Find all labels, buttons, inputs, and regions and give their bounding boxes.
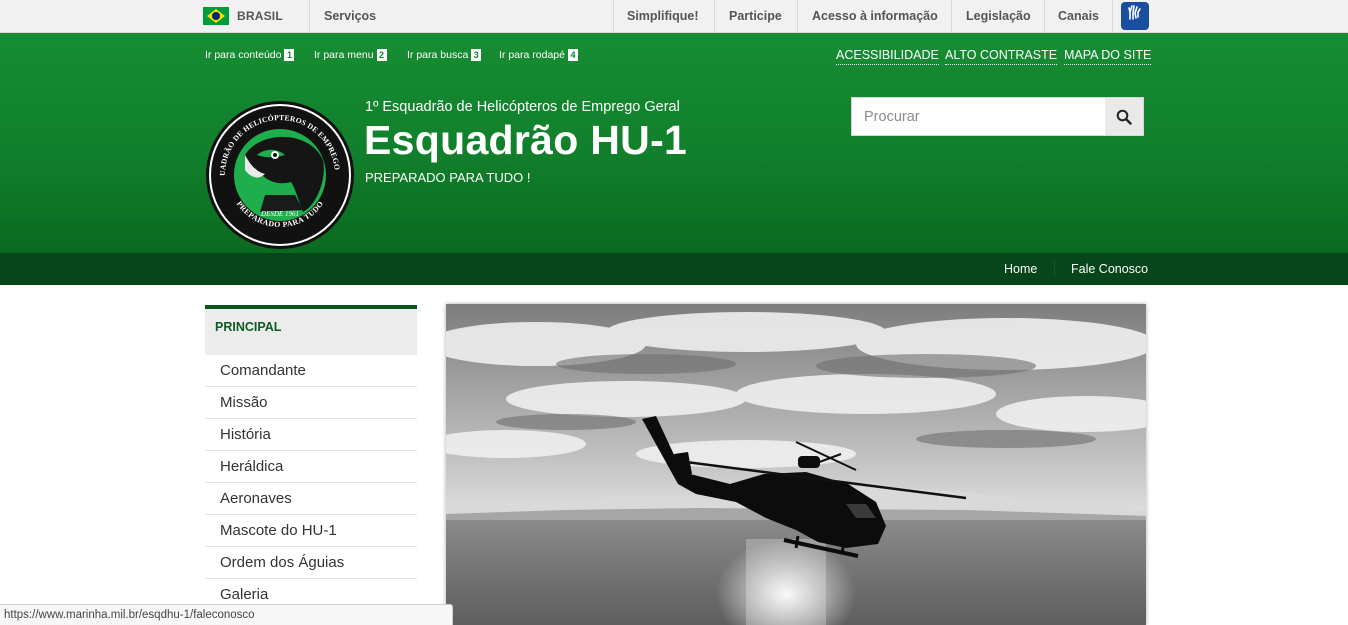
sidebar-item-mascote[interactable]: Mascote do HU-1: [205, 515, 417, 547]
high-contrast-link[interactable]: ALTO CONTRASTE: [945, 48, 1058, 65]
site-map-link[interactable]: MAPA DO SITE: [1064, 48, 1152, 65]
divider: [309, 0, 310, 33]
top-nav: Home Fale Conosco: [0, 253, 1348, 285]
divider: [1054, 261, 1055, 277]
brazil-flag-icon: [203, 7, 229, 25]
simplifique-link[interactable]: Simplifique!: [627, 0, 699, 33]
sidebar-menu: PRINCIPAL Comandante Missão História Her…: [205, 305, 417, 611]
browser-status-url: https://www.marinha.mil.br/esqdhu-1/fale…: [0, 604, 453, 625]
sidebar-item-missao[interactable]: Missão: [205, 387, 417, 419]
site-header: Ir para conteúdo 1 Ir para menu 2 Ir para …: [0, 33, 1348, 253]
logo-since-text: DESDE 1961: [260, 210, 299, 218]
sidebar-heading: PRINCIPAL: [205, 305, 417, 355]
search-icon: [1116, 109, 1132, 125]
helicopter-photo: [446, 304, 1146, 625]
search-button[interactable]: [1105, 98, 1143, 135]
divider: [951, 0, 952, 33]
site-title[interactable]: Esquadrão HU-1: [364, 117, 687, 164]
skip-to-footer-link[interactable]: Ir para rodapé 4: [499, 49, 578, 61]
brasil-label: BRASIL: [237, 9, 283, 23]
divider: [714, 0, 715, 33]
sidebar-item-comandante[interactable]: Comandante: [205, 355, 417, 387]
sidebar-item-ordem-aguias[interactable]: Ordem dos Águias: [205, 547, 417, 579]
sidebar-item-aeronaves[interactable]: Aeronaves: [205, 483, 417, 515]
accessibility-link[interactable]: ACESSIBILIDADE: [836, 48, 939, 65]
gov-bar: BRASIL Serviços Simplifique! Participe A…: [0, 0, 1348, 33]
search-input[interactable]: [852, 98, 1106, 135]
sidebar-item-heraldica[interactable]: Heráldica: [205, 451, 417, 483]
site-slogan: PREPARADO PARA TUDO !: [365, 170, 531, 185]
sidebar-item-historia[interactable]: História: [205, 419, 417, 451]
divider: [1112, 0, 1113, 33]
site-subtitle: 1º Esquadrão de Helicópteros de Emprego …: [365, 99, 680, 115]
divider: [797, 0, 798, 33]
canais-link[interactable]: Canais: [1058, 0, 1099, 33]
vlibras-hands-icon[interactable]: [1121, 2, 1149, 30]
acesso-informacao-link[interactable]: Acesso à informação: [812, 0, 938, 33]
nav-home-link[interactable]: Home: [1004, 253, 1037, 285]
participe-link[interactable]: Participe: [729, 0, 782, 33]
skip-to-content-link[interactable]: Ir para conteúdo 1: [205, 49, 295, 61]
skip-to-menu-link[interactable]: Ir para menu 2: [314, 49, 387, 61]
brasil-link[interactable]: BRASIL: [203, 7, 283, 25]
legislacao-link[interactable]: Legislação: [966, 0, 1031, 33]
search-box: [851, 97, 1144, 136]
divider: [1044, 0, 1045, 33]
nav-contact-link[interactable]: Fale Conosco: [1071, 253, 1148, 285]
hero-image[interactable]: [446, 304, 1146, 625]
skip-to-search-link[interactable]: Ir para busca 3: [407, 49, 482, 61]
services-link[interactable]: Serviços: [324, 0, 376, 33]
squadron-logo[interactable]: 1º ESQUADRÃO DE HELICÓPTEROS DE EMPREGO …: [205, 100, 355, 250]
divider: [613, 0, 614, 33]
